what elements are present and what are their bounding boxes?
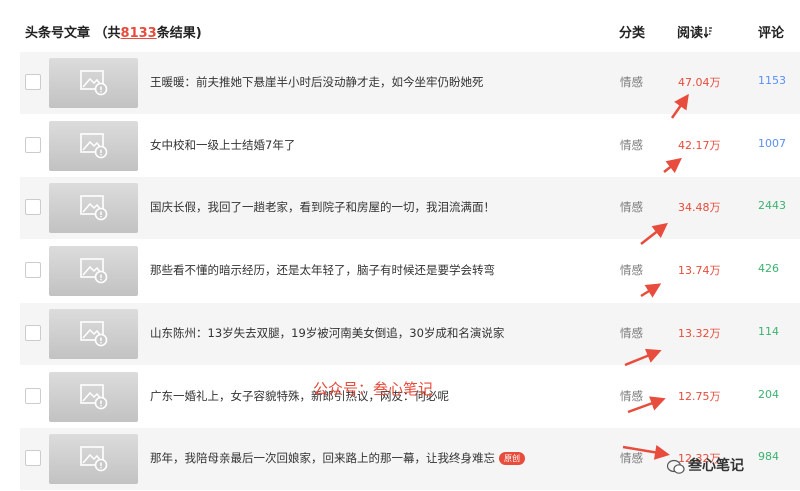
watermark-text: 公众号：叁心笔记 bbox=[313, 380, 434, 398]
brand-label: 叁心笔记 bbox=[688, 458, 744, 474]
annotation-arrows bbox=[622, 93, 689, 460]
